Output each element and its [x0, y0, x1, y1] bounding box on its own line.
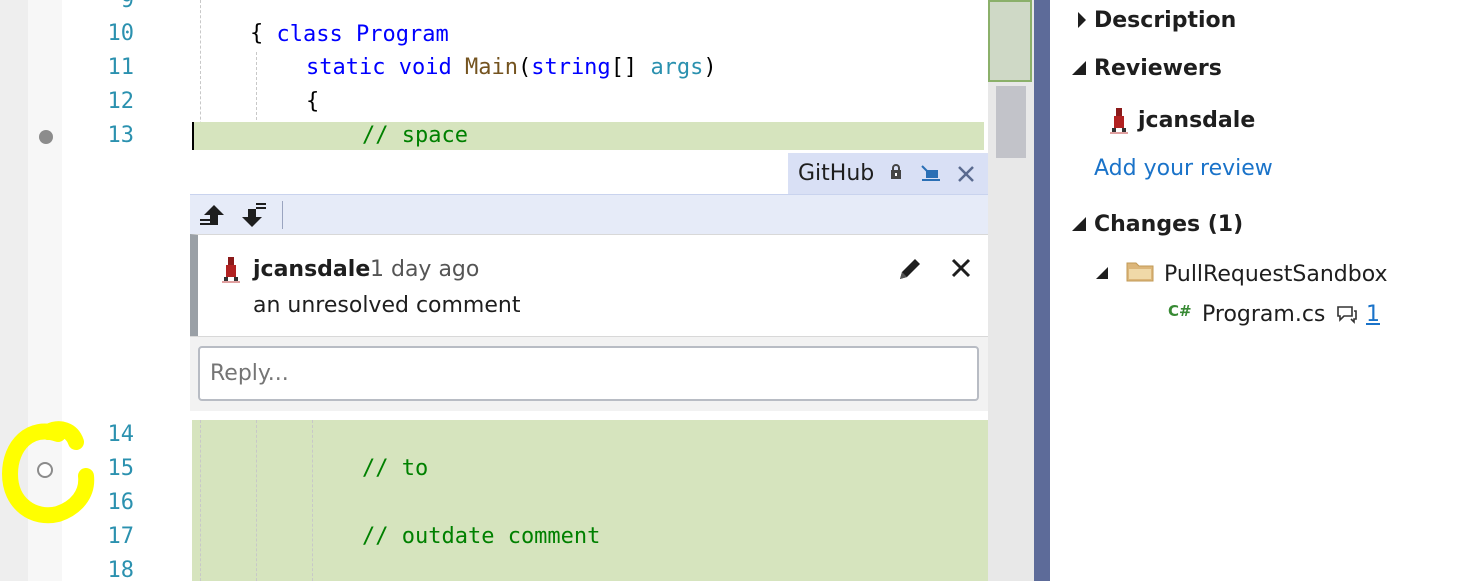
reviewer-name[interactable]: jcansdale — [1138, 108, 1255, 133]
comment-thread: jcansdale 1 day ago an unresolved commen… — [190, 234, 988, 336]
scrollbar-thumb[interactable] — [996, 86, 1026, 158]
comment-body: an unresolved comment — [253, 293, 521, 318]
line-number: 18 — [107, 558, 135, 583]
line-number: 16 — [107, 490, 135, 515]
code-line: class Program — [250, 0, 449, 47]
keyword: void — [398, 55, 452, 80]
github-tab-label: GitHub — [798, 161, 875, 186]
comment-author[interactable]: jcansdale — [253, 257, 370, 282]
reply-input[interactable] — [198, 346, 979, 401]
avatar — [222, 257, 240, 283]
description-header[interactable]: Description — [1094, 8, 1236, 33]
close-icon[interactable] — [956, 164, 976, 184]
previous-comment-icon[interactable] — [198, 201, 226, 229]
parameter-name: args — [650, 55, 704, 80]
line-number: 10 — [107, 21, 135, 46]
toolbar-separator — [282, 201, 283, 229]
reviewer-avatar — [1110, 108, 1128, 134]
line-number: 14 — [107, 422, 135, 447]
keyword: static — [306, 55, 386, 80]
indent-guide — [200, 420, 201, 581]
code-line: // space — [362, 123, 468, 148]
next-comment-icon[interactable] — [240, 201, 268, 229]
pull-request-panel: Description Reviewers jcansdale Add your… — [1050, 0, 1482, 581]
punctuation: ) — [703, 55, 717, 80]
add-review-link[interactable]: Add your review — [1094, 156, 1273, 181]
comment-count-link[interactable]: 1 — [1366, 302, 1380, 327]
code-line: // outdate comment — [362, 524, 601, 549]
collapse-arrow-icon[interactable] — [1072, 60, 1088, 76]
text-caret — [192, 122, 194, 152]
code-text: class Program — [276, 22, 449, 47]
peek-toolbar — [190, 194, 988, 235]
comment-marker-outline-icon[interactable] — [37, 462, 53, 478]
punctuation: ( — [517, 55, 532, 80]
indent-guide — [312, 420, 313, 581]
line-number: 15 — [107, 456, 135, 481]
line-number: 17 — [107, 524, 135, 549]
code-line: // to — [362, 456, 429, 481]
method-name: Main — [464, 55, 518, 80]
punctuation: [] — [610, 55, 651, 80]
code-line: static void Main(string[] args) — [306, 51, 717, 85]
comment-marker-filled-icon[interactable] — [39, 130, 53, 144]
added-line-highlight — [192, 122, 984, 150]
code-line: { — [306, 89, 320, 114]
collapse-arrow-icon[interactable] — [1072, 216, 1088, 232]
line-number: 12 — [107, 89, 135, 114]
indent-guide — [256, 420, 257, 581]
folder-name[interactable]: PullRequestSandbox — [1164, 262, 1388, 287]
panel-splitter[interactable] — [1034, 0, 1050, 581]
reviewers-header[interactable]: Reviewers — [1094, 56, 1222, 81]
scrollbar-change-marker — [988, 0, 1032, 82]
line-number: 11 — [107, 55, 135, 80]
comment-timestamp: 1 day ago — [370, 257, 480, 282]
collapse-arrow-icon[interactable] — [1096, 266, 1110, 280]
pin-icon[interactable] — [920, 164, 942, 182]
code-line: { — [250, 21, 264, 46]
csharp-file-icon: C# — [1168, 302, 1192, 320]
line-number: 13 — [107, 123, 135, 148]
expand-arrow-icon[interactable] — [1076, 11, 1088, 29]
lock-icon[interactable] — [889, 164, 903, 180]
changes-header[interactable]: Changes (1) — [1094, 212, 1243, 237]
file-name[interactable]: Program.cs — [1202, 302, 1325, 327]
edit-pencil-icon[interactable] — [896, 255, 924, 283]
delete-comment-icon[interactable] — [950, 257, 972, 279]
github-tab[interactable]: GitHub — [788, 153, 988, 195]
comment-bubble-icon — [1337, 306, 1357, 324]
keyword: string — [531, 55, 611, 80]
line-number: 9 — [120, 0, 134, 13]
folder-icon — [1126, 262, 1154, 282]
